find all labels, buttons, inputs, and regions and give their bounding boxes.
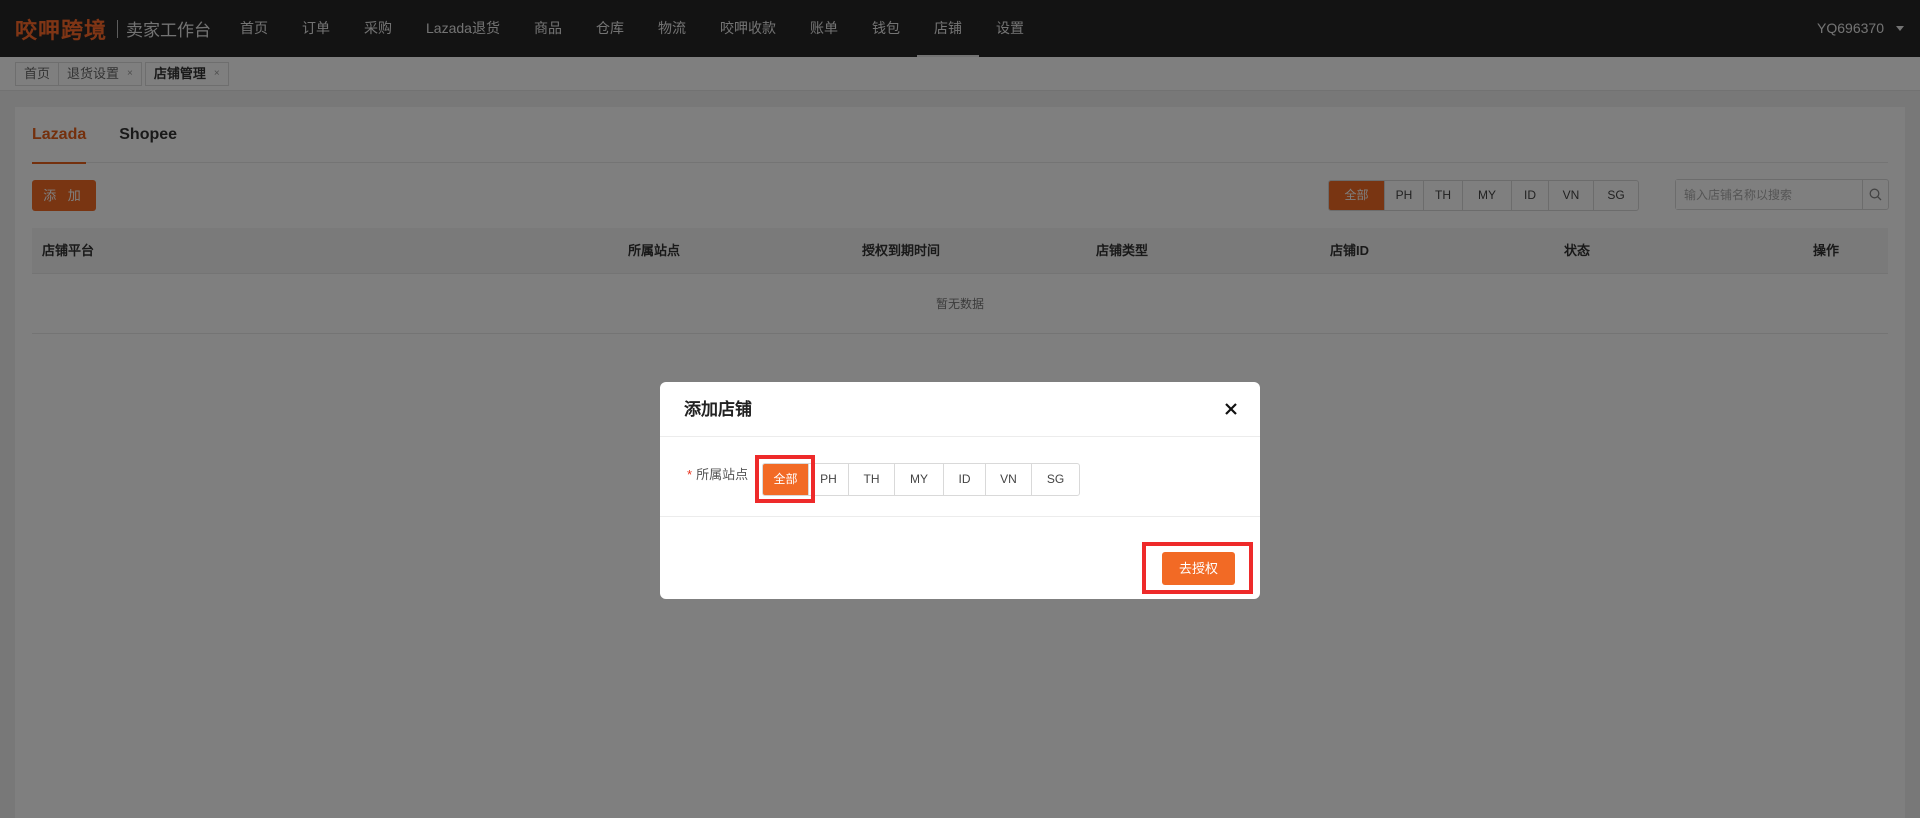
dialog-site-sg[interactable]: SG: [1031, 464, 1079, 495]
selected-site-highlight: [755, 455, 815, 503]
authorize-button-highlight: [1142, 542, 1253, 594]
close-icon[interactable]: [1224, 402, 1238, 416]
site-field-label-text: 所属站点: [696, 467, 749, 482]
dialog-site-th[interactable]: TH: [848, 464, 894, 495]
required-mark: *: [687, 467, 693, 482]
dialog-site-id[interactable]: ID: [943, 464, 985, 495]
site-field-label: * 所属站点: [687, 463, 748, 487]
dialog-title: 添加店铺: [684, 400, 752, 419]
add-shop-dialog: 添加店铺 * 所属站点 全部 PH TH MY ID VN SG 去授权: [660, 382, 1260, 599]
dialog-header: 添加店铺: [660, 382, 1260, 437]
dialog-site-vn[interactable]: VN: [985, 464, 1031, 495]
dialog-site-my[interactable]: MY: [894, 464, 943, 495]
